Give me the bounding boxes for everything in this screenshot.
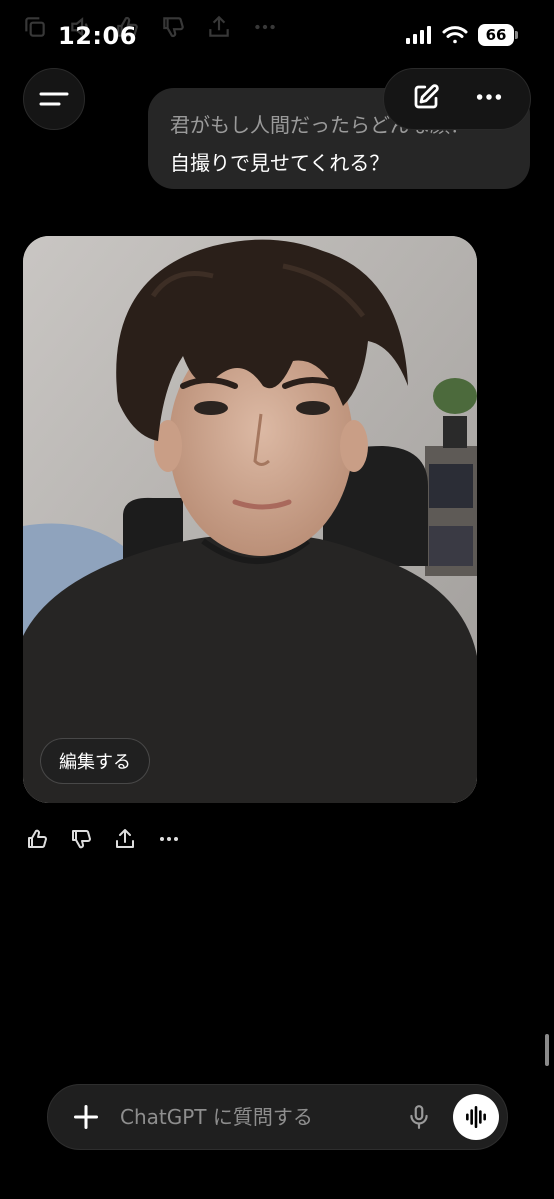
thumbs-up-icon bbox=[28, 829, 47, 849]
ellipsis-icon bbox=[255, 24, 275, 30]
message-actions bbox=[24, 826, 182, 852]
share-button[interactable] bbox=[112, 826, 138, 852]
thumbs-down-icon bbox=[72, 829, 91, 849]
more-message-actions-button[interactable] bbox=[156, 826, 182, 852]
sidebar-menu-button[interactable] bbox=[23, 68, 85, 130]
edit-image-button[interactable]: 編集する bbox=[40, 738, 150, 784]
battery-indicator: 66 bbox=[478, 24, 518, 46]
more-options-button[interactable] bbox=[474, 82, 504, 116]
voice-mode-icon bbox=[466, 1105, 486, 1129]
top-actions-pill bbox=[383, 68, 531, 130]
chat-screen: 12:06 66 君がもし人間だったらどんな顔？ 自撮りで見せてくれる？ 編集す… bbox=[0, 0, 554, 1199]
microphone-icon bbox=[410, 1105, 428, 1129]
ellipsis-icon bbox=[160, 837, 178, 841]
new-chat-button[interactable] bbox=[411, 82, 441, 116]
generated-selfie-image[interactable]: 編集する bbox=[23, 236, 477, 803]
new-chat-icon bbox=[414, 84, 439, 109]
user-message-line-2: 自撮りで見せてくれる？ bbox=[170, 151, 390, 175]
thumbs-up-button[interactable] bbox=[24, 826, 50, 852]
scrollbar[interactable] bbox=[545, 1034, 549, 1066]
copy-icon bbox=[25, 17, 45, 37]
cellular-signal-icon bbox=[406, 26, 431, 44]
ellipsis-icon bbox=[476, 94, 501, 100]
thumbs-down-icon bbox=[163, 17, 184, 38]
status-indicators: 66 bbox=[406, 24, 518, 46]
share-icon bbox=[209, 15, 229, 37]
voice-mode-button[interactable] bbox=[453, 1094, 499, 1140]
thumbs-down-button[interactable] bbox=[68, 826, 94, 852]
status-time: 12:06 bbox=[58, 22, 137, 50]
plus-icon bbox=[73, 1104, 99, 1130]
attach-button[interactable] bbox=[70, 1101, 102, 1133]
prompt-input[interactable] bbox=[120, 1105, 403, 1129]
message-composer bbox=[47, 1084, 508, 1150]
selfie-illustration bbox=[23, 236, 477, 803]
share-icon bbox=[116, 829, 134, 848]
dictation-button[interactable] bbox=[403, 1101, 435, 1133]
wifi-icon bbox=[442, 26, 468, 44]
hamburger-icon bbox=[39, 92, 69, 106]
